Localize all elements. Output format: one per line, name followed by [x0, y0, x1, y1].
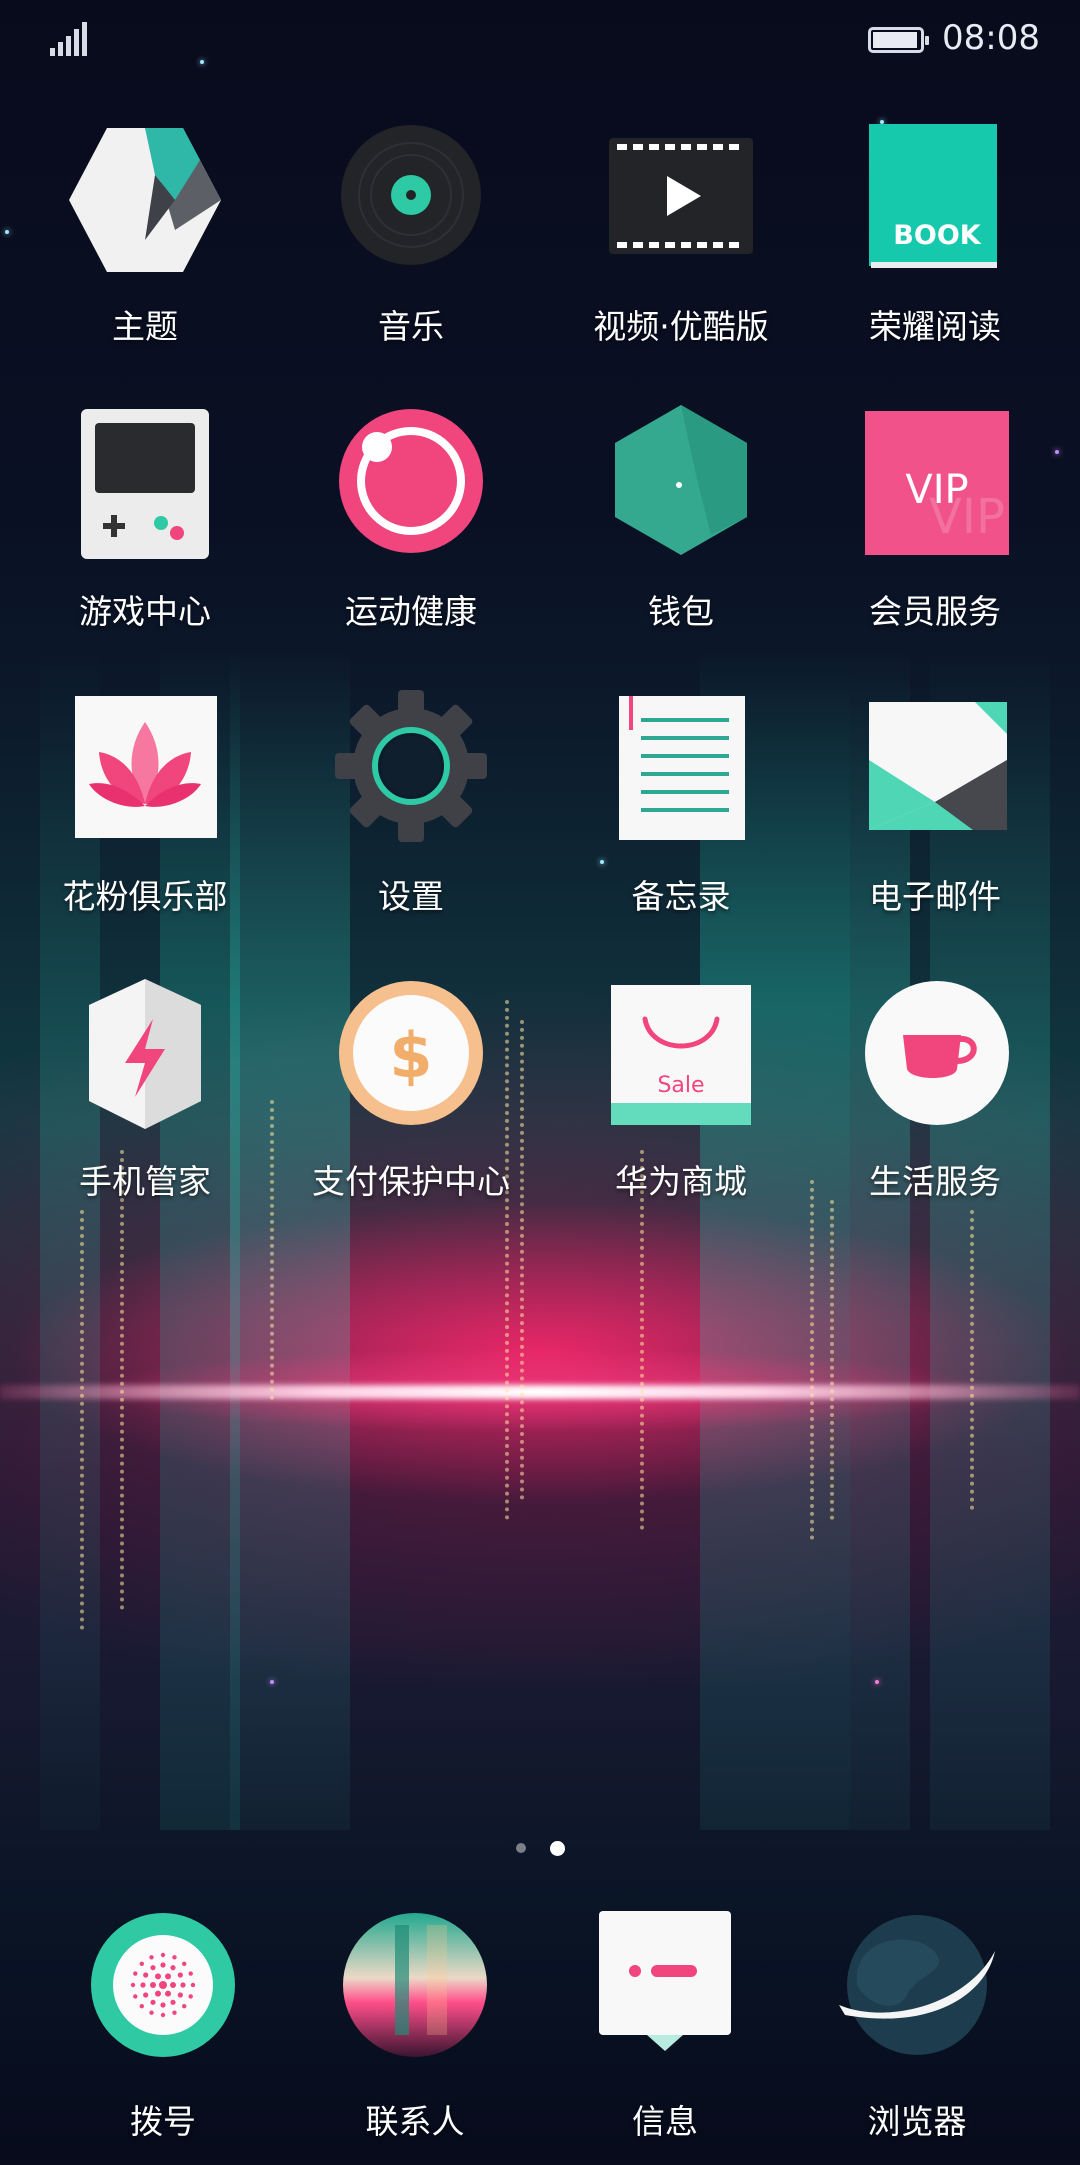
svg-text:VIP: VIP [929, 489, 1005, 545]
payment-protect-icon: $ [331, 975, 491, 1135]
app-label: 备忘录 [631, 877, 731, 916]
app-label: 联系人 [365, 2102, 465, 2141]
app-life-service[interactable]: 生活服务 [800, 975, 1070, 1235]
video-icon [601, 120, 761, 280]
music-icon [331, 120, 491, 280]
app-reading[interactable]: BOOK 荣耀阅读 [800, 120, 1070, 380]
dialer-icon [83, 1905, 243, 2065]
health-icon [331, 405, 491, 565]
theme-icon [65, 120, 225, 280]
app-label: 主题 [112, 307, 178, 346]
settings-icon [331, 690, 491, 850]
app-settings[interactable]: 设置 [276, 690, 546, 950]
app-browser[interactable]: 浏览器 [782, 1905, 1052, 2165]
app-label: 会员服务 [869, 592, 1001, 631]
page-indicator [0, 1838, 1080, 1858]
game-center-icon [65, 405, 225, 565]
signal-icon [50, 22, 87, 56]
email-icon [855, 690, 1015, 850]
app-label: 钱包 [648, 592, 714, 631]
club-icon [65, 690, 225, 850]
browser-icon [837, 1905, 997, 2065]
svg-text:Sale: Sale [657, 1073, 704, 1098]
phone-manager-icon [65, 975, 225, 1135]
app-label: 音乐 [378, 307, 444, 346]
app-health[interactable]: 运动健康 [276, 405, 546, 665]
app-club[interactable]: 花粉俱乐部 [10, 690, 280, 950]
app-video[interactable]: 视频·优酷版 [546, 120, 816, 380]
app-label: 浏览器 [867, 2102, 967, 2141]
app-wallet[interactable]: 钱包 [546, 405, 816, 665]
wallet-icon [601, 405, 761, 565]
page-dot-active[interactable] [550, 1841, 565, 1856]
messages-icon [585, 1905, 745, 2065]
app-label: 运动健康 [345, 592, 477, 631]
svg-text:$: $ [389, 1019, 432, 1092]
app-shop[interactable]: Sale 华为商城 [546, 975, 816, 1235]
life-service-icon [855, 975, 1015, 1135]
app-label: 电子邮件 [869, 877, 1001, 916]
app-label: 支付保护中心 [312, 1162, 510, 1201]
app-dialer[interactable]: 拨号 [28, 1905, 298, 2165]
svg-text:BOOK: BOOK [893, 220, 981, 251]
app-payment-protect[interactable]: $ 支付保护中心 [276, 975, 546, 1235]
book-icon: BOOK [855, 120, 1015, 280]
app-messages[interactable]: 信息 [530, 1905, 800, 2165]
app-label: 荣耀阅读 [869, 307, 1001, 346]
app-email[interactable]: 电子邮件 [800, 690, 1070, 950]
app-label: 手机管家 [79, 1162, 211, 1201]
app-game-center[interactable]: 游戏中心 [10, 405, 280, 665]
page-dot[interactable] [516, 1843, 526, 1853]
app-label: 拨号 [130, 2102, 196, 2141]
app-vip[interactable]: VIP VIP 会员服务 [800, 405, 1070, 665]
app-phone-manager[interactable]: 手机管家 [10, 975, 280, 1235]
app-music[interactable]: 音乐 [276, 120, 546, 380]
app-label: 视频·优酷版 [593, 307, 769, 346]
battery-icon [868, 27, 929, 53]
app-label: 生活服务 [869, 1162, 1001, 1201]
app-theme[interactable]: 主题 [10, 120, 280, 380]
app-label: 游戏中心 [79, 592, 211, 631]
shop-icon: Sale [601, 975, 761, 1135]
app-label: 花粉俱乐部 [62, 877, 228, 916]
app-label: 华为商城 [615, 1162, 747, 1201]
app-notepad[interactable]: 备忘录 [546, 690, 816, 950]
contacts-icon [335, 1905, 495, 2065]
notepad-icon [601, 690, 761, 850]
app-label: 设置 [378, 877, 444, 916]
clock: 08:08 [942, 18, 1040, 58]
app-contacts[interactable]: 联系人 [280, 1905, 550, 2165]
status-bar: 08:08 [0, 0, 1080, 80]
vip-icon: VIP VIP [855, 405, 1015, 565]
app-label: 信息 [632, 2102, 698, 2141]
